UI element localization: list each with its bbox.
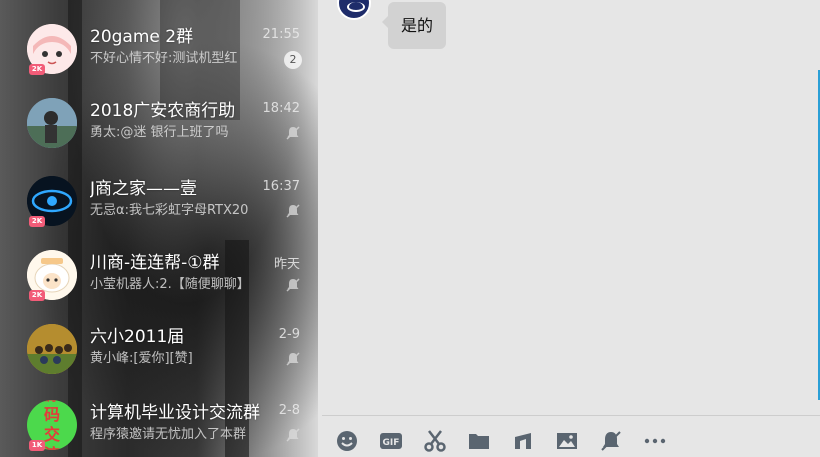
conversation-list: 2K 20game 2群 不好心情不好:测试机型红 21:55 2 2018广安… [0,0,318,457]
conversation-title: 2018广安农商行助 [90,101,236,121]
conversation-time: 2-8 [278,403,300,418]
input-divider [322,415,820,416]
conversation-title: 六小2011届 [90,327,185,347]
file-button[interactable] [466,428,492,454]
mute-bell-icon [601,431,621,451]
conversation-time: 16:37 [262,179,300,194]
photo-icon [27,98,77,148]
image-icon [557,433,577,449]
folder-icon [469,434,489,449]
music-icon [515,433,531,449]
mute-button[interactable] [598,428,624,454]
image-button[interactable] [554,428,580,454]
level-badge: 2K [29,64,45,75]
conversation-item[interactable]: 2K 20game 2群 不好心情不好:测试机型红 21:55 2 [0,14,318,82]
group-photo-icon [27,324,77,374]
conversation-item[interactable]: 六小2011届 黄小峰:[爱你][赞] 2-9 [0,314,318,382]
chat-toolbar: GIF [334,428,686,454]
chat-panel: 是的 GIF [318,0,820,457]
level-badge: 1K [29,440,45,451]
conversation-time: 21:55 [262,27,300,42]
conversation-preview: 小莹机器人:2.【随便聊聊】 [90,277,250,292]
conversation-title: 川商-连连帮-①群 [90,253,220,273]
svg-text:GIF: GIF [383,438,400,448]
unread-count-badge: 2 [284,51,302,69]
conversation-preview: 无忌α:我七彩虹字母RTX20 [90,203,249,218]
conversation-preview: 程序猿邀请无忧加入了本群 [90,427,247,442]
conversation-time: 18:42 [262,101,300,116]
message-bubble: 是的 [381,2,447,49]
conversation-preview: 不好心情不好:测试机型红 [90,51,238,66]
sender-avatar[interactable] [337,0,371,20]
conversation-title: J商之家——壹 [90,179,198,199]
mute-bell-icon [286,428,300,442]
conversation-title: 20game 2群 [90,27,194,47]
more-button[interactable] [642,428,668,454]
conversation-item[interactable]: 源码交流 1K 计算机毕业设计交流群 程序猿邀请无忧加入了本群 2-8 [0,390,318,457]
music-button[interactable] [510,428,536,454]
screenshot-button[interactable] [422,428,448,454]
conversation-preview: 黄小峰:[爱你][赞] [90,351,193,366]
gif-icon: GIF [380,433,402,449]
scissors-icon [424,430,446,452]
mute-bell-icon [286,352,300,366]
emoji-icon [337,431,357,451]
conversation-time: 2-9 [278,327,300,342]
emoji-button[interactable] [334,428,360,454]
conversation-item[interactable]: 2018广安农商行助 勇太:@迷 银行上班了吗 18:42 [0,88,318,156]
mute-bell-icon [286,204,300,218]
mute-bell-icon [286,126,300,140]
mute-bell-icon [286,278,300,292]
level-badge: 2K [29,290,45,301]
conversation-item[interactable]: 2K J商之家——壹 无忌α:我七彩虹字母RTX20 16:37 [0,166,318,234]
gif-button[interactable]: GIF [378,428,404,454]
conversation-item[interactable]: 2K 川商-连连帮-①群 小莹机器人:2.【随便聊聊】 昨天 [0,240,318,308]
conversation-time: 昨天 [273,257,300,272]
avatar[interactable] [27,324,77,374]
more-icon [644,438,666,444]
avatar[interactable] [27,98,77,148]
level-badge: 2K [29,216,45,227]
conversation-title: 计算机毕业设计交流群 [90,403,260,423]
conversation-preview: 勇太:@迷 银行上班了吗 [90,125,229,140]
